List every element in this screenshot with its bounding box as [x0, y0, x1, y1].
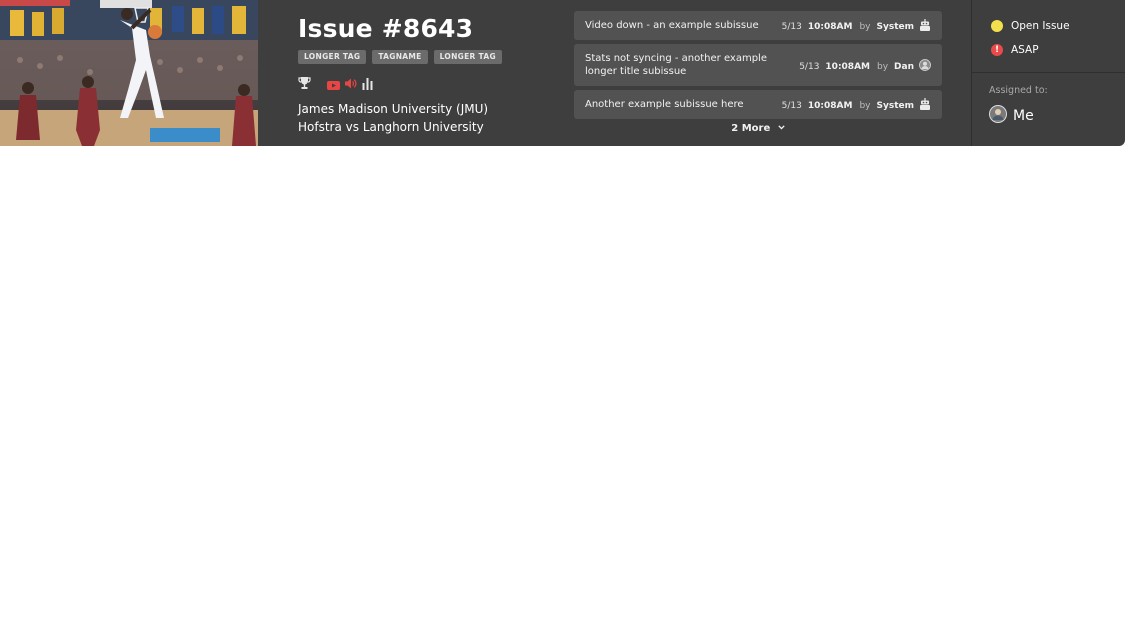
tag-list: LONGER TAG TAGNAME LONGER TAG [298, 50, 502, 64]
alert-icon: ! [991, 44, 1003, 56]
subissue-row[interactable]: Another example subissue here 5/13 10:08… [574, 90, 942, 119]
subissue-by: by [877, 61, 889, 72]
trophy-icon [298, 75, 311, 94]
priority-label: ASAP [1011, 44, 1039, 56]
status-divider [972, 72, 1125, 73]
bar-chart-icon[interactable] [362, 75, 373, 94]
subissue-by: by [859, 21, 871, 32]
event-photo [0, 0, 258, 146]
subissue-meta: 5/13 10:08AM by System [782, 19, 931, 34]
assigned-label: Assigned to: [989, 85, 1048, 96]
subissue-row[interactable]: Stats not syncing - another example long… [574, 44, 942, 86]
robot-icon [919, 98, 931, 113]
media-icons [298, 75, 388, 91]
subissue-time: 10:08AM [807, 21, 853, 32]
subissue-time: 10:08AM [825, 61, 870, 72]
subissue-user: Dan [894, 61, 914, 72]
status-label: Open Issue [1011, 20, 1070, 32]
subissue-user: System [876, 21, 915, 32]
show-more-button[interactable]: 2 More [574, 122, 942, 134]
subissue-list: Video down - an example subissue 5/13 10… [574, 11, 942, 123]
show-more-label: 2 More [731, 123, 771, 134]
chevron-down-icon [778, 122, 785, 133]
status-priority[interactable]: ! ASAP [991, 44, 1039, 56]
subissue-user: System [876, 100, 915, 111]
tag-chip[interactable]: LONGER TAG [433, 50, 502, 64]
robot-icon [919, 19, 931, 34]
open-status-icon [991, 20, 1003, 32]
team-matchup: Hofstra vs Langhorn University [298, 120, 484, 134]
subissue-title: Another example subissue here [585, 99, 744, 110]
subissue-time: 10:08AM [807, 100, 853, 111]
issue-card[interactable]: Issue #8643 LONGER TAG TAGNAME LONGER TA… [0, 0, 1125, 146]
avatar-icon [989, 105, 1007, 127]
team-primary: James Madison University (JMU) [298, 102, 489, 116]
event-teams: James Madison University (JMU) Hofstra v… [298, 100, 488, 136]
issue-info: Issue #8643 LONGER TAG TAGNAME LONGER TA… [298, 0, 558, 146]
subissue-row[interactable]: Video down - an example subissue 5/13 10… [574, 11, 942, 40]
subissue-title: Video down - an example subissue [585, 20, 759, 31]
issue-title: Issue #8643 [298, 14, 474, 43]
speaker-icon[interactable] [344, 75, 357, 94]
tag-chip[interactable]: TAGNAME [372, 50, 428, 64]
status-open[interactable]: Open Issue [991, 20, 1070, 32]
assignee[interactable]: Me [989, 105, 1034, 127]
avatar-icon [919, 59, 931, 74]
subissue-date: 5/13 [799, 61, 820, 72]
tag-chip[interactable]: LONGER TAG [298, 50, 367, 64]
subissue-date: 5/13 [781, 21, 802, 32]
youtube-icon[interactable] [327, 76, 340, 95]
subissue-title: Stats not syncing - another example long… [585, 53, 767, 77]
status-panel: Open Issue ! ASAP Assigned to: Me [971, 0, 1125, 146]
subissue-by: by [859, 100, 871, 111]
assignee-name: Me [1013, 108, 1034, 124]
subissue-date: 5/13 [781, 100, 802, 111]
subissue-meta: 5/13 10:08AM by Dan [799, 59, 931, 74]
subissue-meta: 5/13 10:08AM by System [782, 98, 931, 113]
